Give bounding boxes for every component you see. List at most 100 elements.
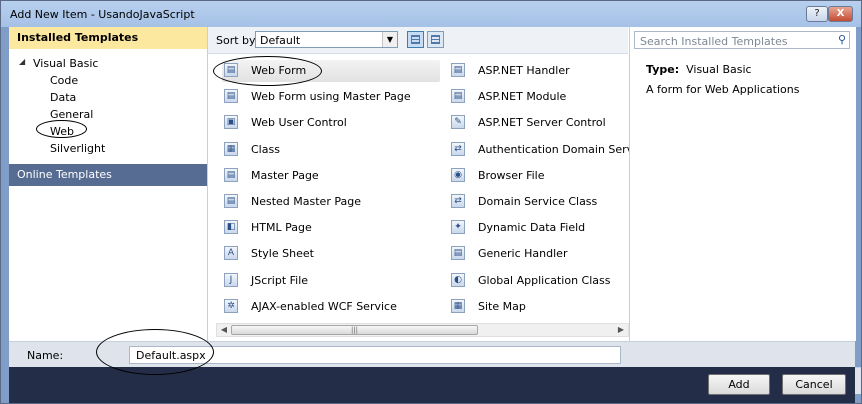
tree-item-visual-basic[interactable]: Visual Basic <box>33 57 98 70</box>
search-icon[interactable]: ⚲ <box>838 33 846 46</box>
sidebar-blank-area <box>9 186 207 341</box>
close-button[interactable]: X <box>828 6 853 22</box>
site-map-icon: ▦ <box>451 298 465 313</box>
aspnet-handler-icon: ▤ <box>451 63 465 77</box>
add-new-item-dialog: Add New Item - UsandoJavaScript ? X Inst… <box>0 0 862 404</box>
template-item[interactable]: ▣ Web User Control <box>222 112 440 134</box>
auth-domain-service-icon: ⇄ <box>451 141 465 156</box>
horizontal-scrollbar[interactable]: ◀ ||| ▶ <box>216 323 629 337</box>
template-item-label: Global Application Class <box>478 273 611 287</box>
jscript-file-icon: J <box>224 272 238 287</box>
template-item-label: ASP.NET Handler <box>478 64 570 77</box>
details-panel: Search Installed Templates ⚲ Type: Visua… <box>629 27 856 341</box>
medium-icons-view-button[interactable] <box>407 31 424 48</box>
window-title: Add New Item - UsandoJavaScript <box>10 8 195 21</box>
template-item-label: Authentication Domain Service <box>478 142 650 156</box>
web-form-master-icon: ▤ <box>224 89 238 104</box>
template-item-label: Web User Control <box>251 116 347 130</box>
template-item-label: ASP.NET Module <box>478 90 567 104</box>
name-bar: Name: Default.aspx <box>9 341 855 368</box>
template-item[interactable]: ✦ Dynamic Data Field <box>449 217 629 239</box>
chevron-down-icon: ▼ <box>382 32 397 47</box>
online-templates-label: Online Templates <box>17 168 112 181</box>
tree-item-web[interactable]: Web <box>50 125 74 138</box>
template-item-label: Web Form <box>251 64 307 77</box>
installed-templates-header[interactable]: Installed Templates <box>9 27 207 49</box>
style-sheet-icon: A <box>224 246 238 261</box>
template-item[interactable]: ▤ Generic Handler <box>449 243 629 265</box>
template-item-label: Style Sheet <box>251 247 314 261</box>
template-item[interactable]: ⇄ Authentication Domain Service <box>449 139 649 161</box>
generic-handler-icon: ▤ <box>451 246 465 261</box>
small-icons-view-button[interactable] <box>427 31 444 48</box>
template-item[interactable]: ▤ ASP.NET Handler <box>449 60 629 82</box>
template-item-label: Master Page <box>251 168 319 182</box>
template-item-label: Browser File <box>478 168 545 182</box>
list-view-icon <box>411 35 420 44</box>
sort-by-dropdown[interactable]: Default ▼ <box>255 31 398 48</box>
aspnet-server-control-icon: ✎ <box>451 115 465 130</box>
online-templates-item[interactable]: Online Templates <box>9 164 207 186</box>
template-item-label: Class <box>251 142 280 156</box>
template-item[interactable]: ▤ Master Page <box>222 165 440 187</box>
template-item[interactable]: ▤ Nested Master Page <box>222 191 440 213</box>
installed-templates-label: Installed Templates <box>17 31 139 44</box>
web-user-control-icon: ▣ <box>224 115 238 130</box>
template-item[interactable]: ⇄ Domain Service Class <box>449 191 629 213</box>
template-item-label: JScript File <box>251 273 309 287</box>
template-item[interactable]: ▦ Site Map <box>449 296 629 318</box>
type-value: Visual Basic <box>686 63 752 76</box>
scroll-right-icon[interactable]: ▶ <box>615 324 627 336</box>
search-placeholder: Search Installed Templates <box>640 35 788 48</box>
sort-toolbar: Sort by: Default ▼ <box>208 27 628 54</box>
help-button[interactable]: ? <box>806 6 828 22</box>
master-page-icon: ▤ <box>224 167 238 182</box>
sort-by-label: Sort by: <box>216 34 259 47</box>
name-input-value: Default.aspx <box>136 349 206 362</box>
tree-expand-icon[interactable]: ◢ <box>19 57 25 66</box>
template-item-label: Domain Service Class <box>478 195 598 208</box>
template-item-label: HTML Page <box>251 221 312 235</box>
template-type: Type: Visual Basic <box>646 63 752 76</box>
main-panel: Installed Templates ◢ Visual Basic Code … <box>9 27 861 394</box>
tree-item-data[interactable]: Data <box>50 91 76 104</box>
template-item[interactable]: ▤ Web Form <box>222 60 440 82</box>
template-item[interactable]: ◉ Browser File <box>449 165 629 187</box>
template-item-label: Dynamic Data Field <box>478 221 586 235</box>
template-item[interactable]: ▤ Web Form using Master Page <box>222 86 440 108</box>
template-item[interactable]: ▤ ASP.NET Module <box>449 86 629 108</box>
template-item[interactable]: J JScript File <box>222 270 440 292</box>
grid-view-icon <box>431 35 440 44</box>
title-bar: Add New Item - UsandoJavaScript ? X <box>1 1 861 27</box>
template-item[interactable]: ✲ AJAX-enabled WCF Service <box>222 296 440 318</box>
name-input[interactable]: Default.aspx <box>129 346 621 364</box>
name-label: Name: <box>27 349 64 362</box>
template-item[interactable]: A Style Sheet <box>222 243 440 265</box>
add-button[interactable]: Add <box>708 374 770 395</box>
template-item-label: Site Map <box>478 299 526 313</box>
template-item[interactable]: ◧ HTML Page <box>222 217 440 239</box>
tree-item-code[interactable]: Code <box>50 74 78 87</box>
template-item-label: ASP.NET Server Control <box>478 116 606 130</box>
template-item[interactable]: ◐ Global Application Class <box>449 270 629 292</box>
nested-master-page-icon: ▤ <box>224 194 238 208</box>
global-app-class-icon: ◐ <box>451 272 465 287</box>
templates-list-panel: Sort by: Default ▼ ▤ Web Form ▤ Web Form us… <box>208 27 649 341</box>
search-installed-templates-input[interactable]: Search Installed Templates ⚲ <box>634 31 850 49</box>
sort-by-value: Default <box>260 34 301 47</box>
template-item-label: Nested Master Page <box>251 195 361 208</box>
template-item[interactable]: ▦ Class <box>222 139 440 161</box>
dynamic-data-field-icon: ✦ <box>451 220 465 235</box>
template-description: A form for Web Applications <box>646 83 800 96</box>
tree-item-silverlight[interactable]: Silverlight <box>50 142 105 155</box>
domain-service-class-icon: ⇄ <box>451 194 465 208</box>
scroll-left-icon[interactable]: ◀ <box>218 324 230 336</box>
tree-item-general[interactable]: General <box>50 108 93 121</box>
cancel-button[interactable]: Cancel <box>782 374 846 395</box>
scrollbar-thumb[interactable]: ||| <box>231 325 478 335</box>
browser-file-icon: ◉ <box>451 167 465 182</box>
html-page-icon: ◧ <box>224 220 238 235</box>
web-form-icon: ▤ <box>224 63 238 77</box>
template-item[interactable]: ✎ ASP.NET Server Control <box>449 112 629 134</box>
class-icon: ▦ <box>224 141 238 156</box>
